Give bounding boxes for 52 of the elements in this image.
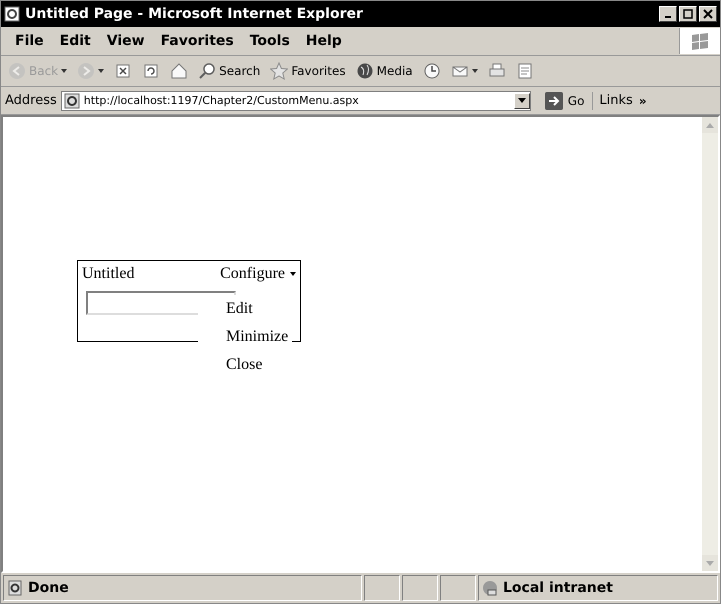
menu-item[interactable]: Minimize (226, 323, 288, 351)
search-icon (198, 62, 216, 80)
flag-icon (690, 31, 710, 51)
status-panel (364, 575, 400, 601)
web-part-title: Untitled (82, 265, 134, 283)
close-icon (703, 9, 713, 19)
status-text: Done (28, 580, 69, 596)
caret-icon (98, 69, 104, 73)
links-button[interactable]: Links (597, 93, 635, 108)
down-arrow-icon (706, 560, 714, 566)
page-icon (64, 92, 80, 108)
stop-icon (114, 62, 132, 80)
menu-item[interactable]: Edit (226, 295, 288, 323)
caret-icon (61, 69, 68, 73)
address-label: Address (5, 93, 57, 108)
network-icon (482, 580, 498, 596)
star-icon (270, 62, 288, 80)
menu-item[interactable]: Close (226, 351, 288, 379)
clock-icon (422, 62, 441, 80)
maximize-button[interactable] (679, 6, 697, 22)
maximize-icon (683, 9, 693, 19)
caret-icon (518, 98, 526, 103)
address-field[interactable]: http://localhost:1197/Chapter2/CustomMenu.aspx (60, 90, 531, 110)
menu-item[interactable]: Tools (242, 33, 298, 49)
verbs-menu-button[interactable]: Configure (220, 265, 296, 283)
window-title: Untitled Page - Microsoft Internet Explorer (25, 6, 364, 22)
menu-item[interactable]: View (98, 33, 153, 49)
refresh-icon (142, 62, 160, 80)
dropdown-button[interactable] (514, 92, 530, 108)
status-panel (440, 575, 476, 601)
go-button[interactable]: Go (534, 92, 594, 110)
caret-icon (472, 69, 478, 73)
house-icon (170, 62, 188, 80)
status-panel (402, 575, 438, 601)
page-icon (7, 580, 23, 596)
menu-item[interactable]: Help (298, 33, 350, 49)
up-arrow-icon (706, 122, 714, 128)
close-button[interactable] (699, 6, 717, 22)
zone-text: Local intranet (503, 580, 613, 596)
minimize-button[interactable] (659, 6, 677, 22)
toolbar-button[interactable]: Media (352, 62, 416, 80)
toolbar-button[interactable]: Search (195, 62, 264, 80)
menu-item[interactable]: Favorites (152, 33, 242, 49)
caret-icon (290, 272, 296, 276)
menu-item[interactable]: Edit (52, 33, 99, 49)
globe-icon (356, 62, 374, 80)
toolbar-button[interactable]: Favorites (267, 62, 349, 80)
menu-item[interactable]: File (7, 33, 52, 49)
minimize-icon (665, 16, 671, 18)
browser-icon (4, 6, 20, 22)
document-icon (516, 62, 534, 80)
chevron-button[interactable]: » (638, 94, 647, 108)
